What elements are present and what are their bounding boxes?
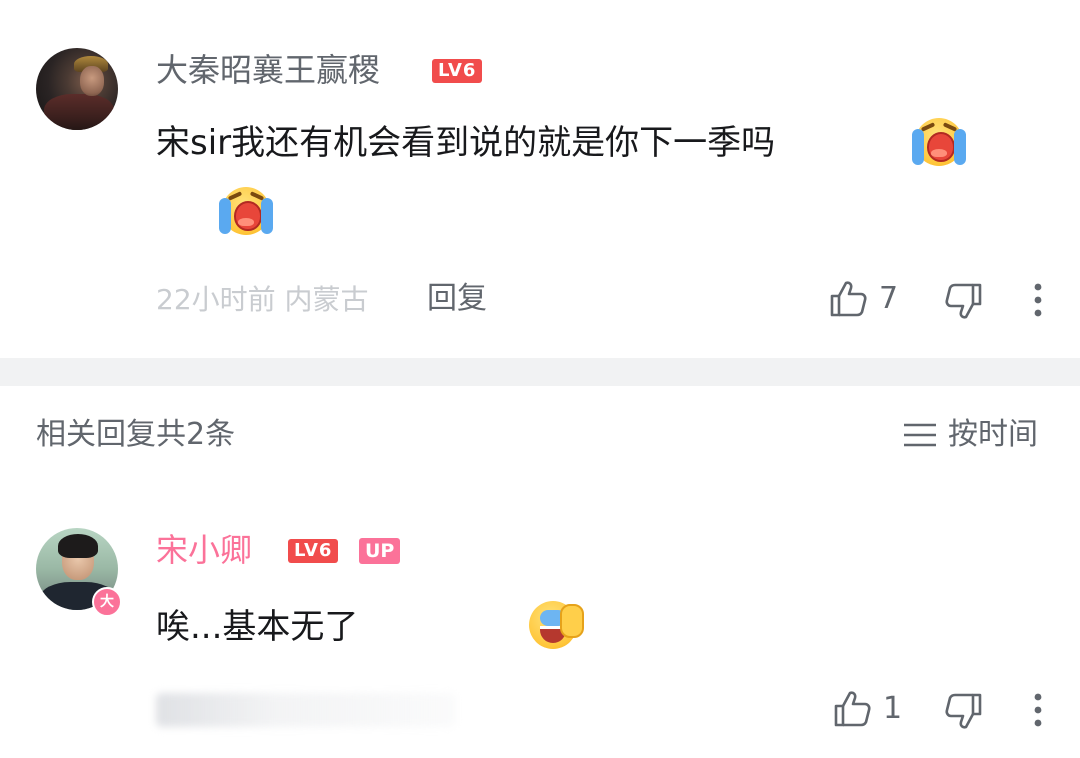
level-badge: LV6 <box>432 59 483 83</box>
commenter-username[interactable]: 大秦昭襄王赢稷 <box>156 50 380 90</box>
avatar-decoration <box>58 534 98 558</box>
thumbs-down-icon[interactable] <box>944 281 984 321</box>
avatar-decoration <box>80 66 104 96</box>
avatar-badge: 大 <box>92 587 122 617</box>
like-count: 1 <box>883 691 903 726</box>
comment-time: 22小时前 <box>156 283 276 316</box>
cry-emoji <box>912 115 966 169</box>
thumbs-down-icon[interactable] <box>944 691 984 731</box>
like-count: 7 <box>879 281 899 316</box>
commenter-avatar[interactable] <box>36 48 118 130</box>
avatar-decoration <box>44 94 114 130</box>
more-icon[interactable] <box>1026 280 1050 320</box>
laugh-cry-emoji <box>526 598 585 652</box>
level-badge: LV6 <box>288 539 339 563</box>
section-divider <box>0 358 1080 386</box>
more-icon[interactable] <box>1026 690 1050 730</box>
comment-location: 内蒙古 <box>284 283 369 316</box>
thumbs-up-icon[interactable] <box>832 689 872 729</box>
sort-by-time-button[interactable]: 按时间 <box>948 416 1038 454</box>
blurred-meta <box>156 693 456 727</box>
replies-count-title: 相关回复共2条 <box>36 417 236 452</box>
comment-meta: 22小时前 内蒙古 <box>156 282 369 318</box>
reply-button[interactable]: 回复 <box>427 281 487 317</box>
comment-text: 宋sir我还有机会看到说的就是你下一季吗 <box>156 123 776 163</box>
up-badge: UP <box>359 538 401 564</box>
reply-text: 唉...基本无了 <box>156 607 359 647</box>
menu-lines-icon[interactable] <box>902 420 938 450</box>
reply-username[interactable]: 宋小卿 <box>156 530 252 570</box>
thumbs-up-icon[interactable] <box>828 279 868 319</box>
cry-emoji <box>219 184 274 238</box>
